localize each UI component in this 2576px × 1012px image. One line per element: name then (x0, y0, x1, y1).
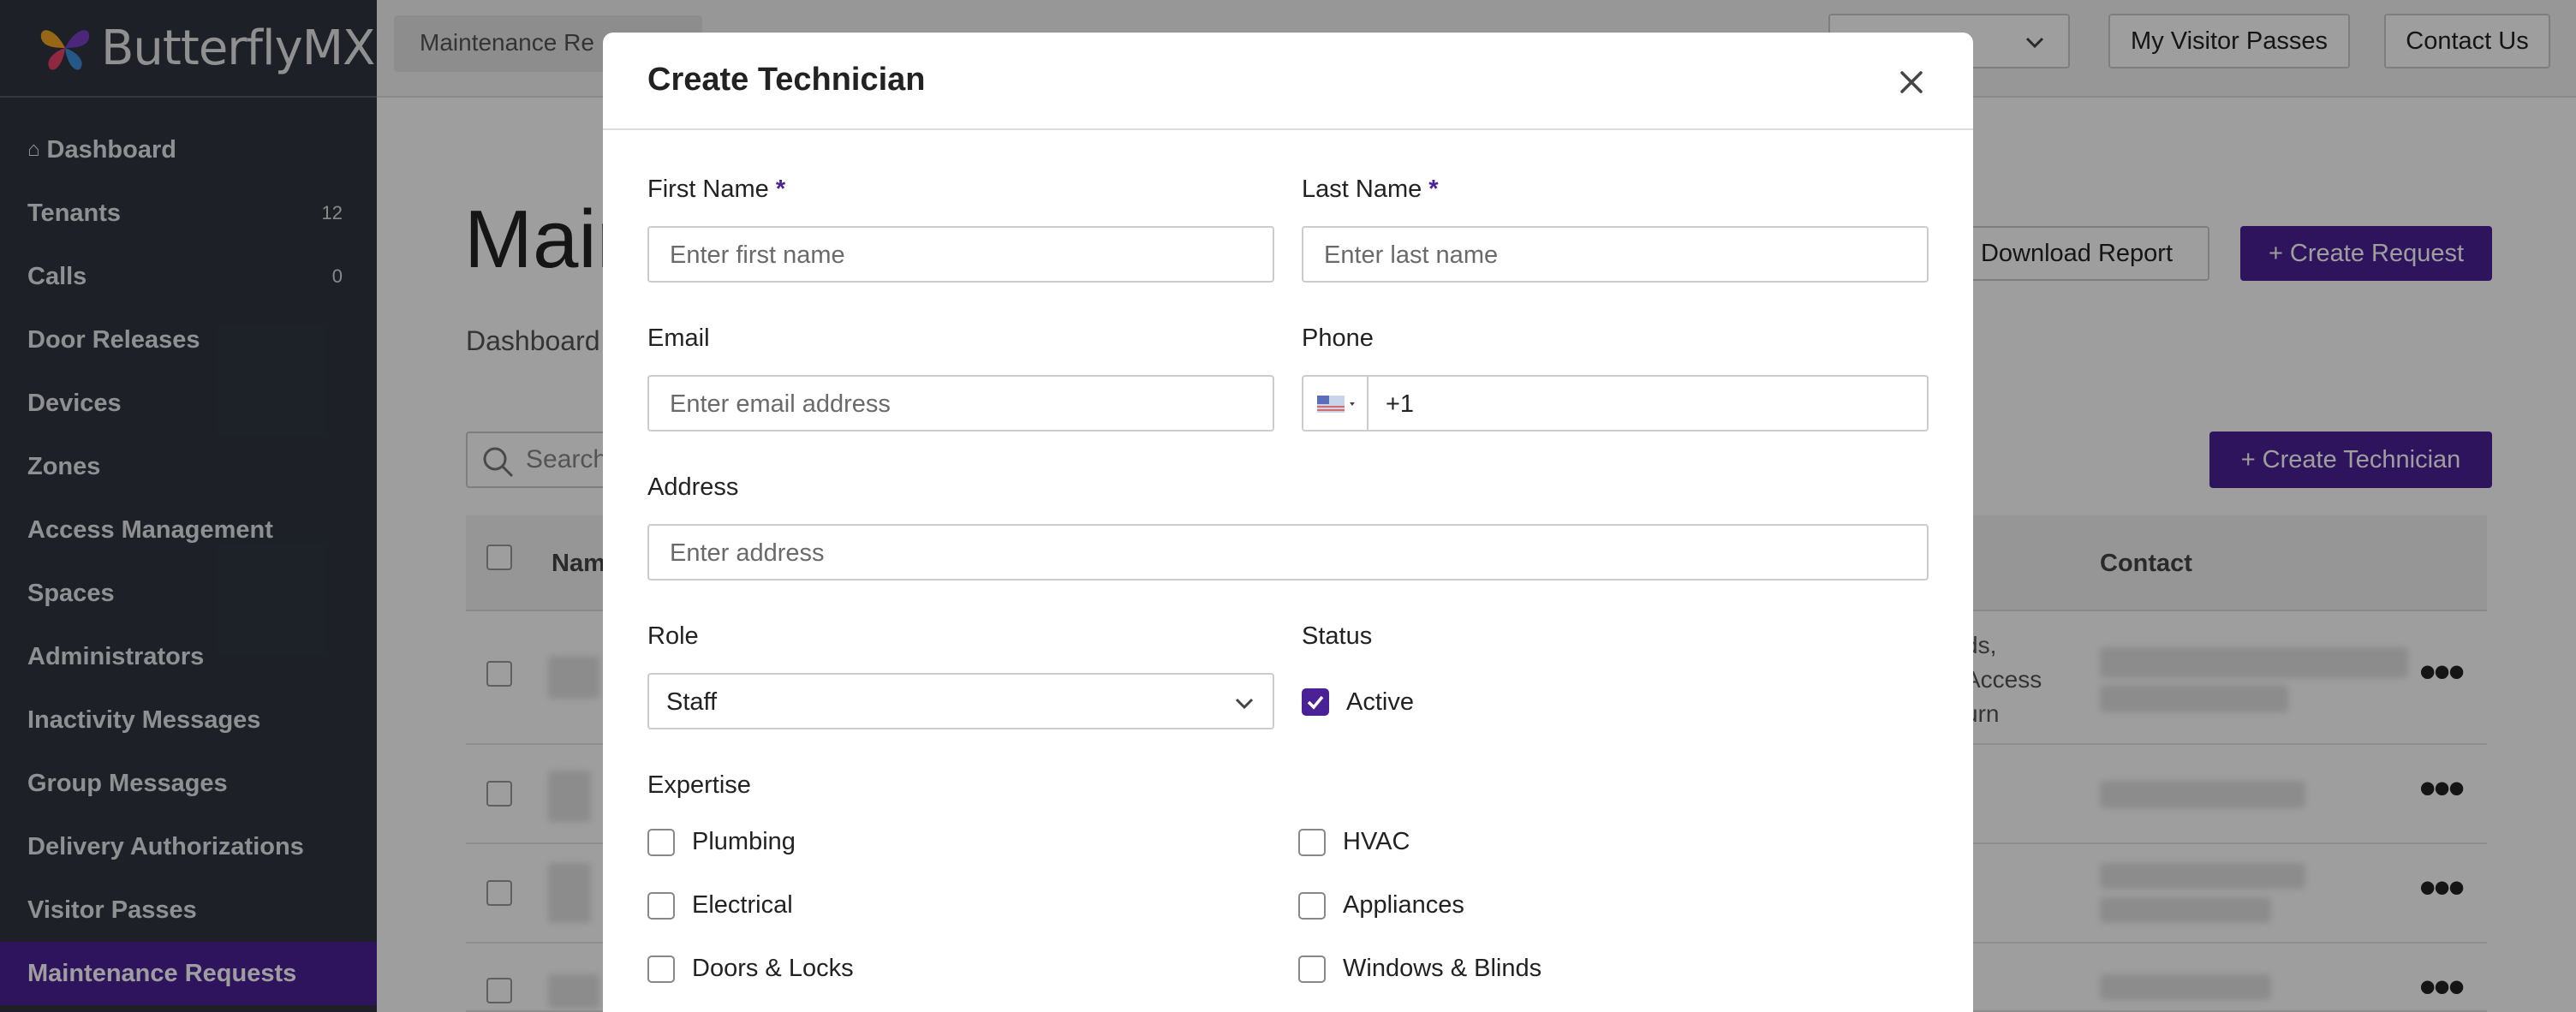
phone-value: +1 (1386, 390, 1415, 418)
expertise-label: Expertise (647, 771, 751, 799)
required-marker: * (1428, 176, 1439, 203)
country-select[interactable] (1303, 377, 1368, 430)
first-name-input[interactable]: Enter first name (647, 226, 1274, 283)
status-label: Status (1302, 622, 1373, 650)
windows-blinds-label[interactable]: Windows & Blinds (1343, 955, 1541, 983)
us-flag-icon (1317, 396, 1355, 413)
role-select[interactable]: Staff (647, 673, 1274, 729)
close-icon[interactable] (1898, 68, 1925, 96)
role-selected-value: Staff (666, 688, 718, 716)
appliances-label[interactable]: Appliances (1343, 891, 1464, 920)
active-checkbox[interactable] (1302, 688, 1329, 716)
checkmark-icon (1307, 695, 1324, 710)
electrical-checkbox[interactable] (647, 892, 675, 920)
electrical-label[interactable]: Electrical (692, 891, 793, 920)
role-label: Role (647, 622, 699, 650)
doors-locks-checkbox[interactable] (647, 955, 675, 983)
hvac-checkbox[interactable] (1298, 829, 1326, 856)
phone-label: Phone (1302, 324, 1374, 352)
last-name-label: Last Name * (1302, 176, 1439, 203)
hvac-label[interactable]: HVAC (1343, 828, 1410, 856)
email-label: Email (647, 324, 710, 352)
modal-header: Create Technician (603, 33, 1973, 130)
doors-locks-label[interactable]: Doors & Locks (692, 955, 854, 983)
modal-title: Create Technician (647, 62, 926, 98)
email-input[interactable]: Enter email address (647, 375, 1274, 432)
phone-input[interactable]: +1 (1302, 375, 1929, 432)
plumbing-label[interactable]: Plumbing (692, 828, 796, 856)
first-name-label: First Name * (647, 176, 786, 203)
chevron-down-icon (1233, 692, 1255, 721)
address-input[interactable]: Enter address (647, 524, 1929, 580)
windows-blinds-checkbox[interactable] (1298, 955, 1326, 983)
create-technician-modal: Create Technician First Name * Enter fir… (603, 33, 1973, 1012)
active-checkbox-label[interactable]: Active (1346, 688, 1414, 717)
last-name-input[interactable]: Enter last name (1302, 226, 1929, 283)
appliances-checkbox[interactable] (1298, 892, 1326, 920)
required-marker: * (775, 176, 786, 203)
address-label: Address (647, 473, 739, 501)
plumbing-checkbox[interactable] (647, 829, 675, 856)
